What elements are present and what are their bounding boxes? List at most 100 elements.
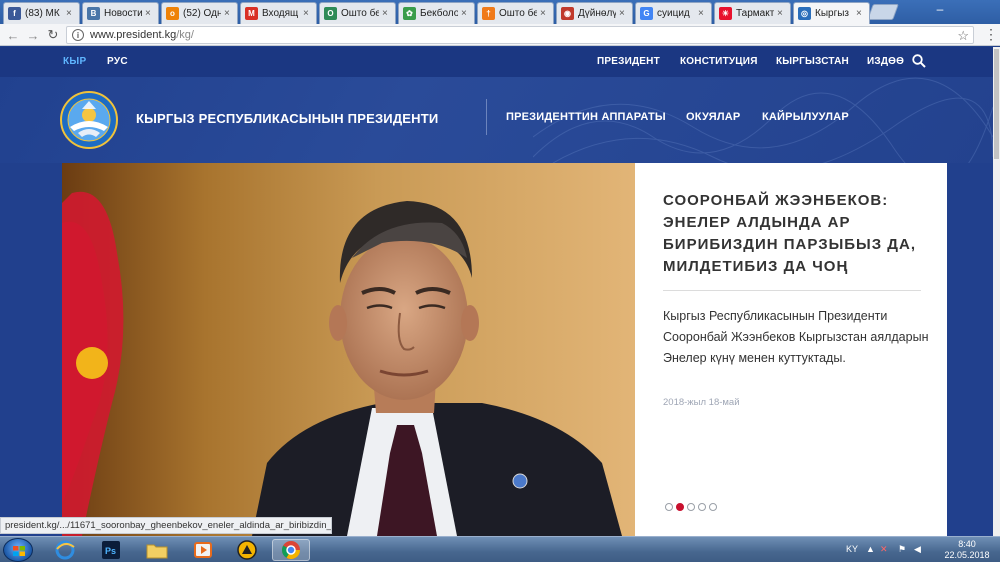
close-tab-icon[interactable]: ×	[619, 8, 627, 19]
slider-dot[interactable]	[709, 503, 717, 511]
slider-dot[interactable]	[698, 503, 706, 511]
photoshop-icon[interactable]: Ps	[92, 539, 130, 561]
browser-tab-title: Бекболо	[420, 8, 458, 19]
browser-tab-title: Входящ	[262, 8, 299, 19]
browser-tab-title: (83) МК	[25, 8, 60, 19]
tray-arrow-icon[interactable]: ▲	[866, 544, 875, 554]
file-explorer-icon[interactable]	[138, 539, 176, 561]
windows-start-icon[interactable]	[3, 538, 33, 562]
hero-photo[interactable]	[62, 163, 635, 536]
close-tab-icon[interactable]: ×	[461, 8, 469, 19]
state-emblem-icon[interactable]	[60, 91, 118, 149]
reload-button[interactable]: ↻	[44, 26, 62, 44]
address-bar[interactable]: i www.president.kg/kg/ ☆	[66, 26, 974, 44]
flag-icon: ☀	[719, 7, 732, 20]
flag-notification-icon[interactable]: ⚑	[898, 544, 906, 555]
news-panel: СООРОНБАЙ ЖЭЭНБЕКОВ: ЭНЕЛЕР АЛДЫНДА АР Б…	[635, 163, 947, 536]
speaker-icon[interactable]: ◀	[914, 544, 921, 555]
url-host: www.president.kg	[90, 29, 177, 41]
browser-tab-title: (52) Одн	[183, 8, 221, 19]
browser-tab[interactable]: ☀ Тармакт ×	[714, 2, 791, 24]
site-title[interactable]: КЫРГЫЗ РЕСПУБЛИКАСЫНЫН ПРЕЗИДЕНТИ	[136, 111, 438, 126]
browser-tab[interactable]: † Ошто бе ×	[477, 2, 554, 24]
news-date: 2018-жыл 18-май	[663, 397, 740, 408]
site-icon: O	[324, 7, 337, 20]
input-language-indicator[interactable]: KY	[846, 544, 858, 554]
back-button[interactable]: ←	[4, 26, 22, 44]
browser-toolbar: ← → ↻ i www.president.kg/kg/ ☆ ⋮	[0, 24, 1000, 46]
slider-dot[interactable]	[665, 503, 673, 511]
page-scrollbar[interactable]	[993, 47, 1000, 536]
topnav-kyrgyzstan[interactable]: КЫРГЫЗСТАН	[776, 56, 849, 67]
site-header: КЫРГЫЗ РЕСПУБЛИКАСЫНЫН ПРЕЗИДЕНТИ ПРЕЗИД…	[0, 77, 993, 163]
browser-tab[interactable]: f (83) МК ×	[3, 2, 80, 24]
close-tab-icon[interactable]: ×	[303, 8, 311, 19]
internet-explorer-icon[interactable]	[46, 539, 84, 561]
windows-flag-icon	[13, 546, 25, 556]
close-tab-icon[interactable]: ×	[382, 8, 390, 19]
browser-tab-title: Ошто бе	[499, 8, 537, 19]
odnoklassniki-icon: o	[166, 7, 179, 20]
slider-dot[interactable]	[687, 503, 695, 511]
forward-button[interactable]: →	[24, 26, 42, 44]
news-title-link[interactable]: СООРОНБАЙ ЖЭЭНБЕКОВ: ЭНЕЛЕР АЛДЫНДА АР Б…	[663, 190, 933, 278]
header-divider	[486, 99, 487, 135]
svg-text:Ps: Ps	[105, 546, 116, 556]
browser-tab[interactable]: M Входящ ×	[240, 2, 317, 24]
windows-taskbar: Ps KY ▲ ✕ ⚑ ◀ 8:40 22.05.2018	[0, 536, 1000, 562]
close-tab-icon[interactable]: ×	[145, 8, 153, 19]
site-icon: †	[482, 7, 495, 20]
minimize-button[interactable]: –	[930, 0, 950, 18]
bookmark-star-icon[interactable]: ☆	[957, 28, 969, 44]
vk-icon: B	[87, 7, 100, 20]
browser-tab-title: Кыргыз	[815, 8, 849, 19]
system-clock[interactable]: 8:40 22.05.2018	[942, 539, 992, 561]
browser-tab-title: Дүйнөлү	[578, 8, 616, 19]
close-tab-icon[interactable]: ×	[698, 8, 706, 19]
browser-tab-strip: – f (83) МК × B Новости × o (52) Одн × M Входящ × O О…	[0, 0, 1000, 24]
mainnav-appeals[interactable]: КАЙРЫЛУУЛАР	[762, 111, 849, 123]
browser-tab[interactable]: ✿ Бекболо ×	[398, 2, 475, 24]
browser-tab-title: Новости	[104, 8, 142, 19]
close-tab-icon[interactable]: ×	[856, 8, 864, 19]
president-portrait-image	[62, 163, 635, 536]
slider-dots	[665, 503, 717, 511]
google-icon: G	[640, 7, 653, 20]
close-tab-icon[interactable]: ×	[66, 8, 74, 19]
scrollbar-thumb[interactable]	[994, 49, 999, 159]
news-summary: Кыргыз Республикасынын Президенти Соорон…	[663, 309, 929, 365]
browser-tab[interactable]: Gсуицид ×	[635, 2, 712, 24]
browser-tab[interactable]: ◉ Дүйнөлү ×	[556, 2, 633, 24]
close-tab-icon[interactable]: ×	[540, 8, 548, 19]
topnav-president[interactable]: ПРЕЗИДЕНТ	[597, 56, 660, 67]
lang-kyr-link[interactable]: КЫР	[63, 56, 86, 67]
search-icon[interactable]	[912, 54, 926, 68]
browser-menu-icon[interactable]: ⋮	[984, 26, 998, 43]
topnav-search[interactable]: ИЗДӨӨ	[867, 56, 904, 67]
chrome-icon[interactable]	[272, 539, 310, 561]
info-icon[interactable]: i	[72, 29, 84, 41]
slider-dot[interactable]	[676, 503, 684, 511]
topnav-constitution[interactable]: КОНСТИТУЦИЯ	[680, 56, 758, 67]
archicad-icon[interactable]	[228, 539, 266, 561]
news-separator	[663, 290, 921, 291]
browser-tab[interactable]: o (52) Одн ×	[161, 2, 238, 24]
top-bar: КЫР РУС ПРЕЗИДЕНТ КОНСТИТУЦИЯ КЫРГЫЗСТАН…	[0, 47, 993, 77]
clock-date: 22.05.2018	[944, 550, 990, 560]
network-icon[interactable]: ✕	[880, 544, 888, 555]
leaf-icon: ✿	[403, 7, 416, 20]
browser-tab-title: Тармакт	[736, 8, 774, 19]
browser-tab[interactable]: O Ошто бе ×	[319, 2, 396, 24]
website: КЫР РУС ПРЕЗИДЕНТ КОНСТИТУЦИЯ КЫРГЫЗСТАН…	[0, 47, 993, 536]
browser-tab[interactable]: B Новости ×	[82, 2, 159, 24]
lang-rus-link[interactable]: РУС	[107, 56, 128, 67]
mainnav-events[interactable]: ОКУЯЛАР	[686, 111, 740, 123]
close-tab-icon[interactable]: ×	[224, 8, 232, 19]
new-tab-button[interactable]	[867, 4, 899, 20]
close-tab-icon[interactable]: ×	[777, 8, 785, 19]
media-player-icon[interactable]	[184, 539, 222, 561]
mainnav-apparatus[interactable]: ПРЕЗИДЕНТТИН АППАРАТЫ	[506, 111, 666, 123]
status-bar-url: president.kg/.../11671_sooronbay_gheenbe…	[0, 517, 332, 534]
emblem-icon: ◎	[798, 7, 811, 20]
browser-tab[interactable]: ◎ Кыргыз ×	[793, 2, 870, 24]
